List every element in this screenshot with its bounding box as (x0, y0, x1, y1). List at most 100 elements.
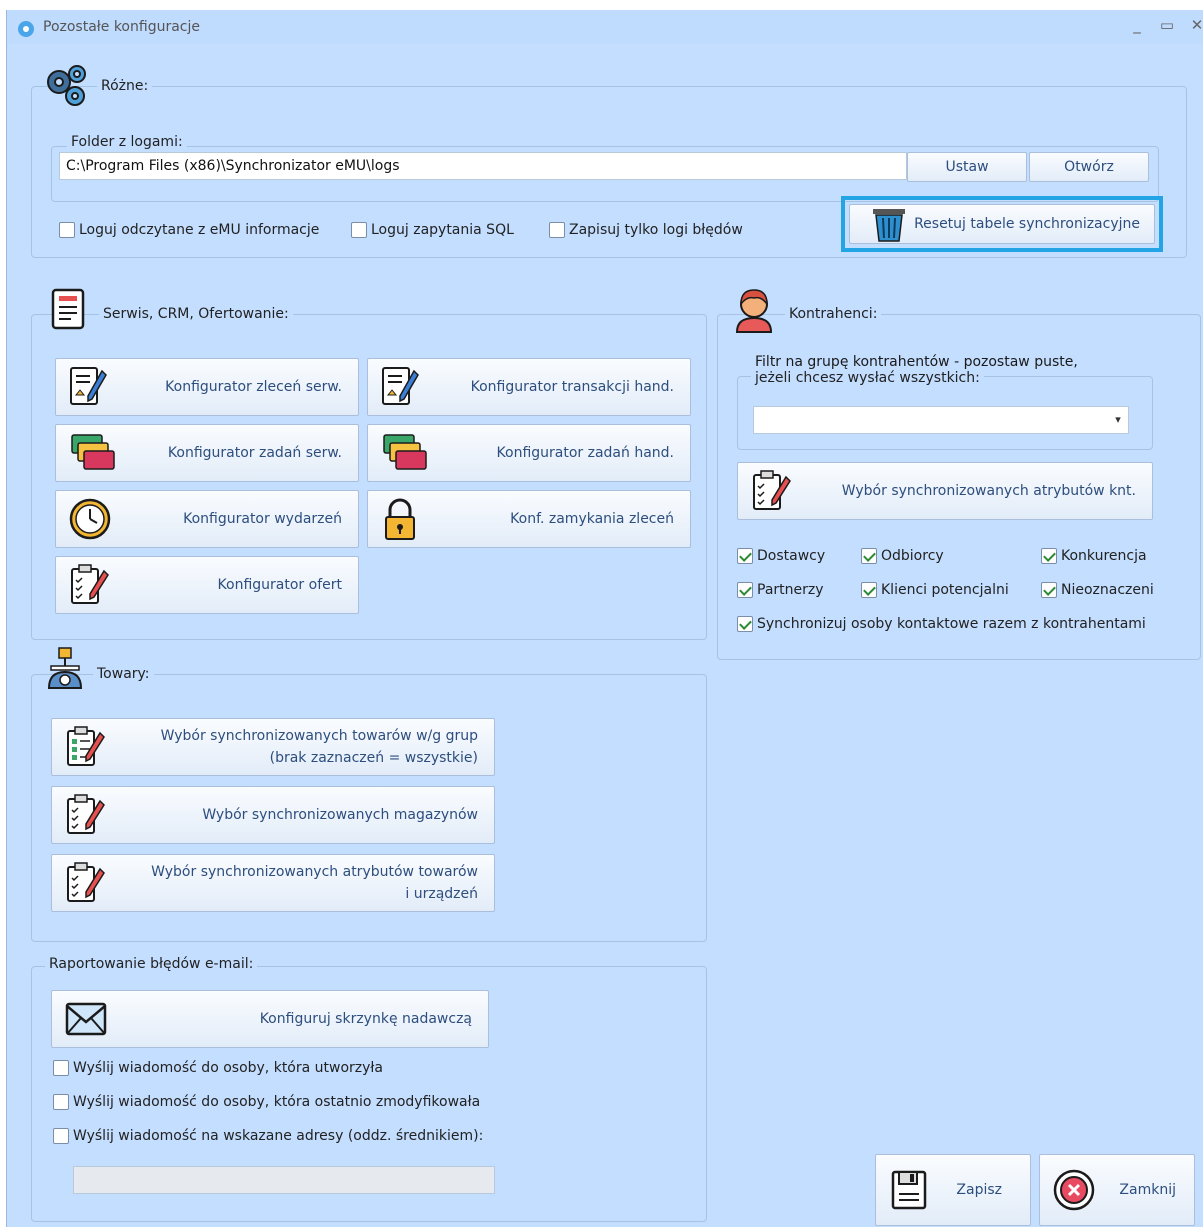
errors-only-checkbox[interactable]: Zapisuj tylko logi błędów (549, 222, 743, 238)
open-folder-label: Otwórz (1064, 159, 1114, 175)
sync-contacts-label: Synchronizuj osoby kontaktowe razem z ko… (757, 616, 1146, 632)
towary-legend: Towary: (93, 666, 154, 682)
folder-legend: Folder z logami: (67, 134, 187, 150)
unmarked-checkbox[interactable]: Nieoznaczeni (1041, 582, 1154, 598)
warehouses-label: Wybór synchronizowanych magazynów (202, 807, 478, 823)
recipients-label: Odbiorcy (881, 548, 944, 564)
send-to-creator-checkbox[interactable]: Wyślij wiadomość do osoby, która utworzy… (53, 1060, 383, 1076)
send-to-addresses-label: Wyślij wiadomość na wskazane adresy (odd… (73, 1128, 484, 1144)
send-to-addresses-box[interactable] (53, 1128, 69, 1144)
events-config-label: Konfigurator wydarzeń (183, 511, 342, 527)
reset-sync-tables-button[interactable]: Resetuj tabele synchronizacyjne (849, 204, 1155, 244)
partners-box[interactable] (737, 582, 753, 598)
send-to-modifier-box[interactable] (53, 1094, 69, 1110)
potential-clients-box[interactable] (861, 582, 877, 598)
closing-orders-config-label: Konf. zamykania zleceń (510, 511, 674, 527)
competition-box[interactable] (1041, 548, 1057, 564)
warehouses-button[interactable]: Wybór synchronizowanych magazynów (51, 786, 495, 844)
service-tasks-config-label: Konfigurator zadań serw. (167, 445, 342, 461)
competition-checkbox[interactable]: Konkurencja (1041, 548, 1147, 564)
app-icon (18, 21, 34, 37)
transactions-config-button[interactable]: Konfigurator transakcji hand. (367, 358, 691, 416)
orders-config-button[interactable]: Konfigurator zleceń serw. (55, 358, 359, 416)
products-by-group-line2: (brak zaznaczeń = wszystkie) (269, 750, 478, 766)
potential-clients-checkbox[interactable]: Klienci potencjalni (861, 582, 1009, 598)
log-emu-checkbox[interactable]: Loguj odczytane z eMU informacje (59, 222, 319, 238)
unmarked-label: Nieoznaczeni (1061, 582, 1154, 598)
maximize-button[interactable]: ▭ (1157, 16, 1177, 34)
products-by-group-label: Wybór synchronizowanych towarów w/g grup… (161, 725, 478, 769)
suppliers-checkbox[interactable]: Dostawcy (737, 548, 825, 564)
unmarked-box[interactable] (1041, 582, 1057, 598)
suppliers-box[interactable] (737, 548, 753, 564)
sync-contacts-checkbox[interactable]: Synchronizuj osoby kontaktowe razem z ko… (737, 616, 1146, 632)
cards-icon (383, 434, 427, 470)
clipboard-check-icon (67, 862, 105, 902)
send-to-creator-label: Wyślij wiadomość do osoby, która utworzy… (73, 1060, 383, 1076)
product-attributes-button[interactable]: Wybór synchronizowanych atrybutów towaró… (51, 854, 495, 912)
send-to-modifier-label: Wyślij wiadomość do osoby, która ostatni… (73, 1094, 481, 1110)
cards-icon (71, 434, 115, 470)
minimize-button[interactable]: _ (1127, 16, 1147, 34)
send-to-creator-box[interactable] (53, 1060, 69, 1076)
window-content: Różne: Folder z logami: C:\Program Files… (7, 44, 1203, 1227)
product-attributes-line1: Wybór synchronizowanych atrybutów towaró… (151, 864, 478, 880)
orders-config-label: Konfigurator zleceń serw. (165, 379, 342, 395)
floppy-disk-icon (891, 1170, 927, 1210)
set-folder-button[interactable]: Ustaw (907, 152, 1027, 182)
save-button[interactable]: Zapisz (875, 1154, 1031, 1226)
trade-tasks-config-button[interactable]: Konfigurator zadań hand. (367, 424, 691, 482)
person-icon (735, 289, 773, 333)
close-circle-icon (1053, 1169, 1095, 1211)
send-to-addresses-checkbox[interactable]: Wyślij wiadomość na wskazane adresy (odd… (53, 1128, 483, 1144)
transactions-config-label: Konfigurator transakcji hand. (470, 379, 674, 395)
clipboard-check-icon (71, 564, 109, 604)
log-sql-checkbox[interactable]: Loguj zapytania SQL (351, 222, 514, 238)
title-bar: Pozostałe konfiguracje _ ▭ ✕ (7, 10, 1203, 44)
gears-icon (47, 65, 86, 106)
clipboard-check-icon (753, 470, 791, 510)
products-by-group-button[interactable]: Wybór synchronizowanych towarów w/g grup… (51, 718, 495, 776)
log-emu-box[interactable] (59, 222, 75, 238)
log-folder-input[interactable]: C:\Program Files (x86)\Synchronizator eM… (59, 152, 907, 180)
configure-mailbox-label: Konfiguruj skrzynkę nadawczą (259, 1011, 472, 1027)
events-config-button[interactable]: Konfigurator wydarzeń (55, 490, 359, 548)
reset-sync-tables-label: Resetuj tabele synchronizacyjne (914, 216, 1140, 232)
clock-icon (69, 498, 111, 540)
email-addresses-input[interactable] (73, 1166, 495, 1194)
contractor-attributes-button[interactable]: Wybór synchronizowanych atrybutów knt. (737, 462, 1153, 520)
contractor-group-filter-input[interactable] (753, 406, 1129, 434)
envelope-icon (65, 1002, 107, 1036)
potential-clients-label: Klienci potencjalni (881, 582, 1009, 598)
chevron-down-icon[interactable]: ▾ (1107, 407, 1129, 433)
errors-only-box[interactable] (549, 222, 565, 238)
product-attributes-label: Wybór synchronizowanych atrybutów towaró… (151, 861, 478, 905)
service-tasks-config-button[interactable]: Konfigurator zadań serw. (55, 424, 359, 482)
save-label: Zapisz (956, 1182, 1002, 1198)
log-emu-label: Loguj odczytane z eMU informacje (79, 222, 320, 238)
filter-label-2: jeżeli chcesz wysłać wszystkich: (751, 370, 984, 386)
recipients-checkbox[interactable]: Odbiorcy (861, 548, 944, 564)
clipboard-list-icon (67, 726, 105, 766)
partners-label: Partnerzy (757, 582, 824, 598)
log-sql-box[interactable] (351, 222, 367, 238)
clipboard-check-icon (67, 794, 105, 834)
email-legend: Raportowanie błędów e-mail: (45, 956, 258, 972)
window-title: Pozostałe konfiguracje (43, 19, 200, 35)
recipients-box[interactable] (861, 548, 877, 564)
closing-orders-config-button[interactable]: Konf. zamykania zleceń (367, 490, 691, 548)
filter-label-1: Filtr na grupę kontrahentów - pozostaw p… (755, 354, 1078, 370)
close-label: Zamknij (1119, 1182, 1176, 1198)
serwis-legend: Serwis, CRM, Ofertowanie: (99, 306, 293, 322)
transaction-edit-icon (382, 367, 419, 405)
close-button[interactable]: Zamknij (1039, 1154, 1195, 1226)
offers-config-button[interactable]: Konfigurator ofert (55, 556, 359, 614)
configure-mailbox-button[interactable]: Konfiguruj skrzynkę nadawczą (51, 990, 489, 1048)
open-folder-button[interactable]: Otwórz (1029, 152, 1149, 182)
trash-icon (873, 209, 905, 242)
send-to-modifier-checkbox[interactable]: Wyślij wiadomość do osoby, która ostatni… (53, 1094, 480, 1110)
product-attributes-line2: i urządzeń (405, 886, 478, 902)
sync-contacts-box[interactable] (737, 616, 753, 632)
close-window-button[interactable]: ✕ (1187, 16, 1203, 34)
partners-checkbox[interactable]: Partnerzy (737, 582, 824, 598)
